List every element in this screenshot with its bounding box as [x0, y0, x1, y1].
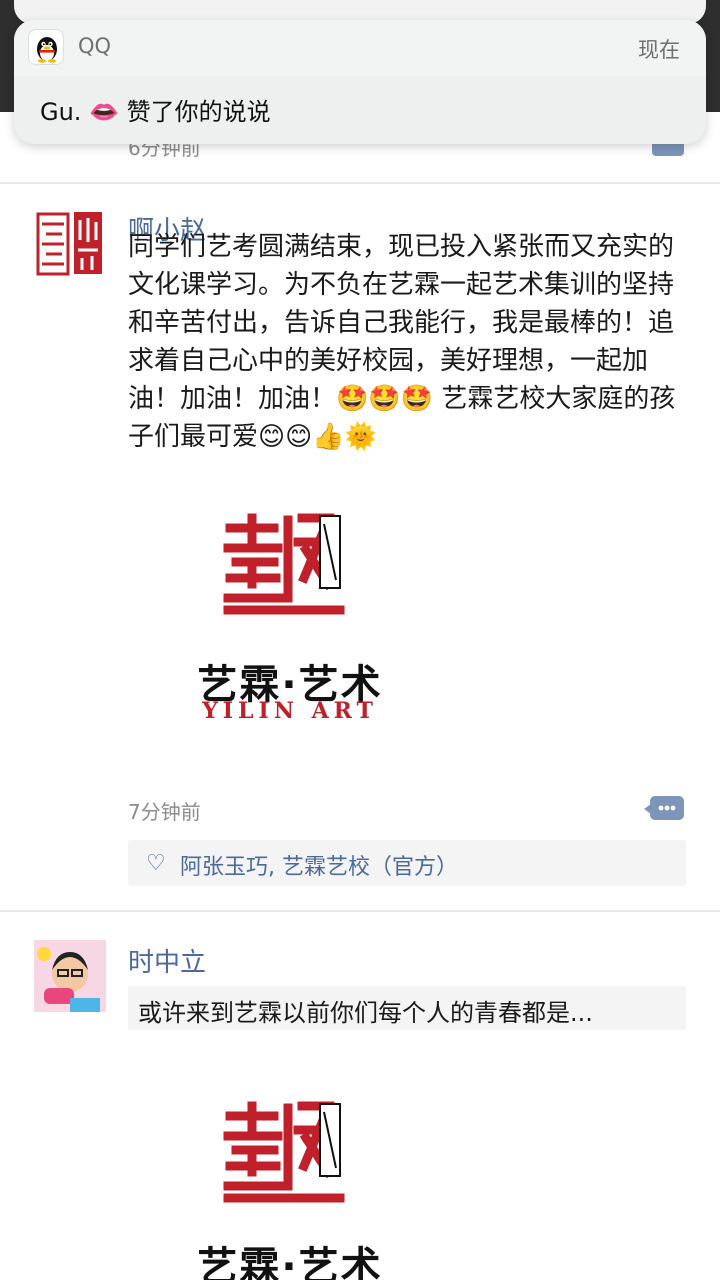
- notification-message: Gu. 👄 赞了你的说说: [40, 98, 271, 126]
- post-time: 7分钟前: [128, 800, 201, 824]
- divider: [0, 182, 720, 184]
- logo-subtitle: YILIN ART: [202, 698, 378, 724]
- likes-names[interactable]: 阿张玉巧, 艺霖艺校（官方）: [180, 849, 458, 881]
- comment-icon[interactable]: [644, 796, 684, 820]
- notification-app-name: QQ: [78, 34, 112, 58]
- logo-title: 艺霖·艺术: [197, 1244, 383, 1280]
- avatar[interactable]: [34, 940, 106, 1012]
- post-image[interactable]: 艺霖·艺术: [170, 1088, 410, 1280]
- notification-time: 现在: [638, 38, 680, 62]
- post-author[interactable]: 时中立: [128, 942, 206, 979]
- heart-icon[interactable]: ♡: [146, 851, 166, 876]
- post-image[interactable]: 艺霖·艺术 YILIN ART: [170, 500, 410, 730]
- yilin-art-logo-icon: [223, 513, 345, 615]
- qq-penguin-icon: [28, 29, 64, 65]
- forwarded-text: 或许来到艺霖以前你们每个人的青春都是...: [138, 999, 593, 1027]
- qq-notification-banner[interactable]: QQ 现在 Gu. 👄 赞了你的说说: [14, 20, 706, 144]
- forwarded-post[interactable]: 或许来到艺霖以前你们每个人的青春都是...: [128, 986, 686, 1030]
- likes-panel: ♡ 阿张玉巧, 艺霖艺校（官方）: [128, 840, 686, 886]
- yilin-art-logo-icon: [223, 1101, 345, 1203]
- notification-header: QQ 现在: [14, 20, 706, 76]
- avatar[interactable]: [34, 208, 106, 280]
- post-text: 同学们艺考圆满结束，现已投入紧张而又充实的文化课学习。为不负在艺霖一起艺术集训的…: [128, 232, 676, 452]
- divider: [0, 910, 720, 912]
